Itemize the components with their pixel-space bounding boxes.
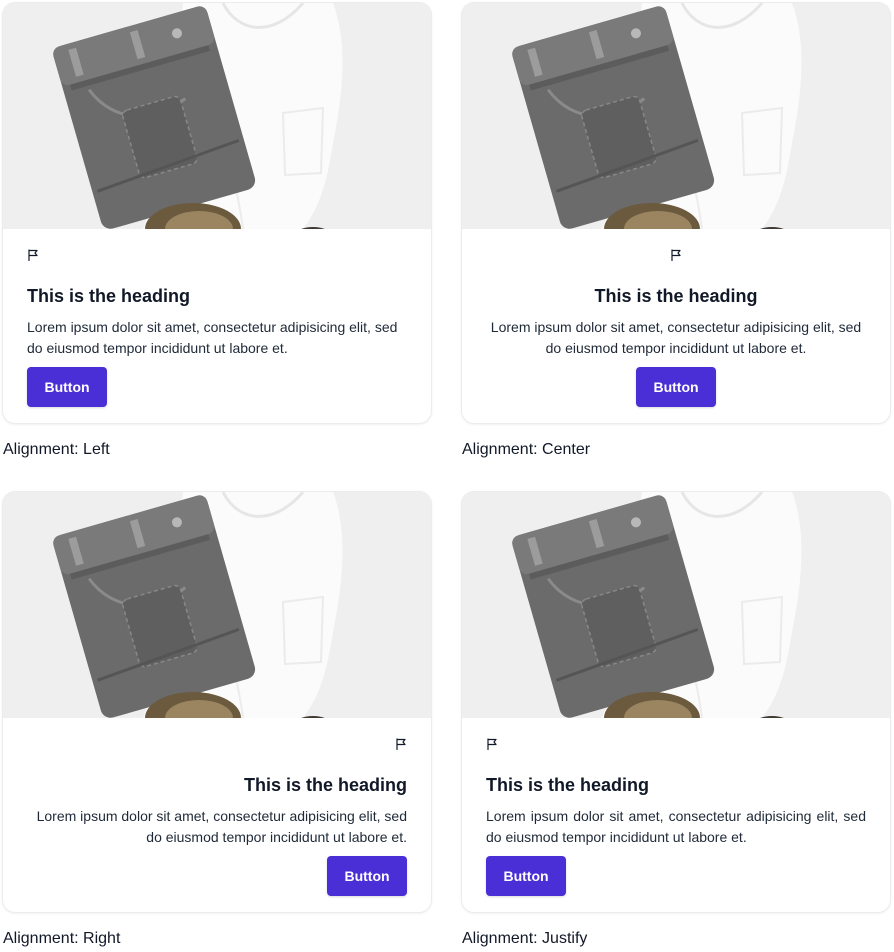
card-body: This is the heading Lorem ipsum dolor si… (27, 738, 407, 912)
card-heading: This is the heading (243, 775, 407, 795)
card-text: Lorem ipsum dolor sit amet, consectetur … (36, 808, 407, 845)
card-image (3, 492, 431, 718)
card-image (3, 3, 431, 229)
card-image (462, 3, 890, 229)
card-button[interactable]: Button (486, 856, 566, 896)
card-text: Lorem ipsum dolor sit amet, consectetur … (490, 319, 862, 356)
card-button[interactable]: Button (27, 367, 107, 407)
card-button[interactable]: Button (636, 367, 716, 407)
flag-icon (486, 738, 498, 750)
card-right: This is the heading Lorem ipsum dolor si… (3, 492, 431, 912)
card-heading: This is the heading (27, 286, 191, 306)
card-justify: This is the heading Lorem ipsum dolor si… (462, 492, 890, 912)
caption-right: Alignment: Right (3, 930, 121, 947)
caption-justify: Alignment: Justify (462, 930, 588, 947)
card-text: Lorem ipsum dolor sit amet, consectetur … (27, 319, 398, 356)
flag-icon (27, 249, 39, 261)
flag-icon (395, 738, 407, 750)
card-body: This is the heading Lorem ipsum dolor si… (27, 249, 407, 423)
card-left: This is the heading Lorem ipsum dolor si… (3, 3, 431, 423)
caption-center: Alignment: Center (462, 441, 591, 458)
card-text: Lorem ipsum dolor sit amet, consectetur … (486, 808, 866, 845)
card-body: This is the heading Lorem ipsum dolor si… (486, 738, 866, 912)
card-body: This is the heading Lorem ipsum dolor si… (486, 249, 866, 423)
card-heading: This is the heading (486, 775, 650, 795)
flag-icon (670, 249, 682, 261)
card-heading: This is the heading (594, 286, 758, 306)
caption-left: Alignment: Left (3, 441, 110, 458)
card-image (462, 492, 890, 718)
card-center: This is the heading Lorem ipsum dolor si… (462, 3, 890, 423)
card-button[interactable]: Button (327, 856, 407, 896)
